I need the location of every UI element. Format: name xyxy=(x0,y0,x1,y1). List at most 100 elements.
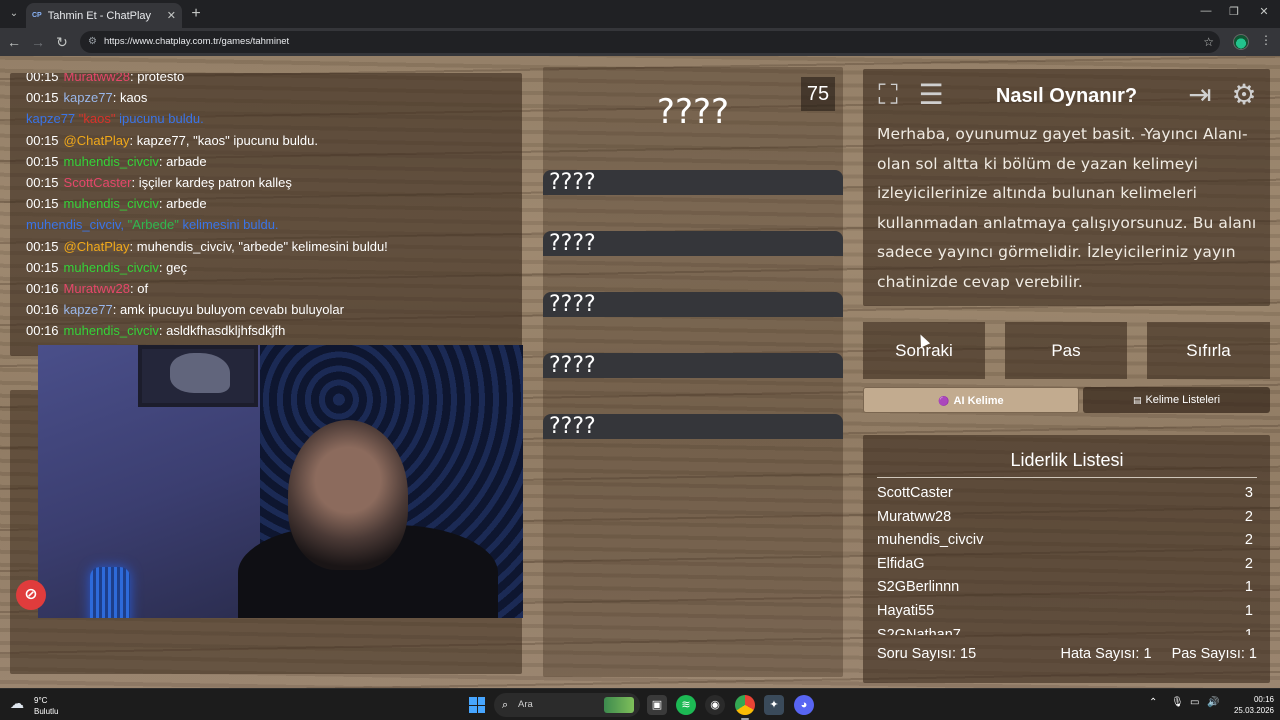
chat-message: 00:15 @ChatPlay: muhendis_civciv, "arbede… xyxy=(26,238,388,254)
volume-icon[interactable]: 🔊 xyxy=(1207,697,1219,708)
back-button[interactable]: ← xyxy=(4,32,24,52)
chat-message: 00:15 muhendis_civciv: geç xyxy=(26,259,188,275)
chat-timestamp: 00:15 xyxy=(26,73,59,84)
chat-username[interactable]: @ChatPlay xyxy=(64,239,130,254)
taboo-word: ???? xyxy=(543,292,843,317)
monitor-icon[interactable]: ▭ xyxy=(1190,697,1199,708)
leaderboard-name: ScottCaster xyxy=(877,485,953,501)
chat-username[interactable]: muhendis_civciv xyxy=(64,260,159,275)
chat-message: 00:15 @ChatPlay: kapze77, "kaos" ipucunu … xyxy=(26,132,318,148)
ai-word-button[interactable]: 🟣 AI Kelime xyxy=(863,387,1079,413)
chat-username[interactable]: kapze77 xyxy=(64,302,113,317)
chat-timestamp: 00:16 xyxy=(26,323,59,339)
new-tab-button[interactable]: + xyxy=(186,4,206,24)
obs-icon[interactable]: ◉ xyxy=(705,695,725,715)
chat-system-user: kapze77 xyxy=(26,111,76,127)
chat-text: işçiler kardeş patron kalleş xyxy=(138,174,292,190)
chat-message: 00:15 muhendis_civciv: arbade xyxy=(26,153,207,169)
bookmark-star-icon[interactable]: ☆ xyxy=(1203,31,1214,53)
chat-message: kapze77 "kaos" ipucunu buldu. xyxy=(26,108,520,129)
minimize-button[interactable]: — xyxy=(1196,5,1216,21)
discord-icon[interactable]: ◕ xyxy=(794,695,814,715)
spotify-icon[interactable]: ≋ xyxy=(676,695,696,715)
ai-word-label: AI Kelime xyxy=(953,395,1004,407)
browser-menu-icon[interactable]: ⋮ xyxy=(1260,33,1272,47)
leaderboard-score: 3 xyxy=(1244,485,1253,501)
leaderboard-list: ScottCaster 3 Muratww28 2 muhendis_civciv 2 El… xyxy=(877,482,1257,635)
app-icon[interactable]: ✦ xyxy=(764,695,784,715)
reload-button[interactable]: ↻ xyxy=(52,32,72,52)
browser-toolbar: ← → ↻ ⚙ https://www.chatplay.com.tr/game… xyxy=(0,28,1280,56)
chat-system-word: "kaos" xyxy=(78,111,116,127)
chrome-icon[interactable] xyxy=(735,695,755,720)
tab-search-button[interactable]: ⌄ xyxy=(4,4,24,24)
chat-message: 00:16 muhendis_civciv: asldkfhasdkljhfsdk… xyxy=(26,323,286,339)
leaderboard-name: muhendis_civciv xyxy=(877,532,984,549)
robot-icon: 🟣 xyxy=(938,396,950,406)
chat-message: 00:16 Muratww28: of xyxy=(26,280,149,296)
task-view-icon[interactable]: ▣ xyxy=(647,695,667,715)
chat-message: 00:15 Muratww28: protesto xyxy=(26,73,520,87)
leaderboard-name: Muratww28 xyxy=(877,508,952,525)
taboo-word: ???? xyxy=(543,353,843,378)
chat-username[interactable]: Muratww28 xyxy=(64,281,130,296)
chat-system-text: ipucunu buldu. xyxy=(119,111,204,127)
chat-text: geç xyxy=(166,259,188,275)
chat-message: muhendis_civciv, "Arbede" kelimesini bul… xyxy=(26,214,520,235)
chat-username[interactable]: muhendis_civciv xyxy=(64,154,159,169)
chat-username[interactable]: @ChatPlay xyxy=(64,133,130,148)
leaderboard-row: S2GNathan7 1 xyxy=(877,624,1257,635)
site-info-icon[interactable]: ⚙ xyxy=(88,31,97,53)
pass-count: Pas Sayısı: 1 xyxy=(1171,646,1257,662)
tray-chevron-icon[interactable]: ⌃ xyxy=(1149,697,1157,708)
main-word: ???? xyxy=(656,92,730,132)
start-button[interactable] xyxy=(469,697,485,713)
chat-username[interactable]: kapze77 xyxy=(64,90,113,105)
cloud-icon: ☁ xyxy=(10,695,24,711)
reset-button[interactable]: Sıfırla xyxy=(1147,322,1270,379)
taboo-word: ???? xyxy=(543,170,843,195)
leaderboard-row: S2GBerlinnn 1 xyxy=(877,576,1257,600)
next-button[interactable]: Sonraki xyxy=(863,322,985,379)
chat-username[interactable]: Muratww28 xyxy=(64,73,130,84)
gear-icon[interactable]: ⚙ xyxy=(1227,78,1261,112)
tab-close-icon[interactable]: ✕ xyxy=(167,9,176,22)
chat-timestamp: 00:15 xyxy=(26,259,59,275)
record-icon[interactable]: ⊘ xyxy=(16,580,46,610)
address-bar[interactable]: ⚙ https://www.chatplay.com.tr/games/tahm… xyxy=(80,31,1220,53)
window-close-button[interactable]: ✕ xyxy=(1254,5,1274,21)
webcam-person-head xyxy=(288,420,408,570)
chatplay-favicon-icon: CP xyxy=(32,12,42,19)
webcam-video xyxy=(38,345,523,618)
microphone-icon[interactable]: 🎙 xyxy=(1171,697,1184,708)
chat-timestamp: 00:15 xyxy=(26,90,59,106)
word-lists-button[interactable]: ▤ Kelime Listeleri xyxy=(1083,387,1270,413)
clock[interactable]: 00:16 25.03.2026 xyxy=(1224,694,1274,716)
chat-username[interactable]: muhendis_civciv xyxy=(64,323,159,338)
leaderboard-footer: Soru Sayısı: 15 Hata Sayısı: 1 Pas Sayıs… xyxy=(877,646,1257,662)
chat-message: 00:15 kapze77: kaos xyxy=(26,90,148,106)
tab-strip: ⌄ CP Tahmin Et - ChatPlay ✕ + — ❐ ✕ xyxy=(0,0,1280,28)
chat-message: 00:16 kapze77: amk ipucuyu buluyom cevabı… xyxy=(26,302,344,318)
exit-icon[interactable]: ⇥ xyxy=(1183,78,1217,112)
error-count: Hata Sayısı: 1 xyxy=(1060,646,1152,662)
url-text: https://www.chatplay.com.tr/games/tahmin… xyxy=(104,36,290,47)
forward-button[interactable]: → xyxy=(28,32,48,52)
search-highlight-icon xyxy=(604,697,634,713)
chat-text: of xyxy=(137,280,149,296)
chat-username[interactable]: ScottCaster xyxy=(64,175,132,190)
leaderboard-row: Hayati55 1 xyxy=(877,600,1257,624)
chat-username[interactable]: muhendis_civciv xyxy=(64,196,159,211)
chat-timestamp: 00:15 xyxy=(26,153,59,169)
chat-timestamp: 00:15 xyxy=(26,132,59,148)
taskbar-search[interactable]: ⌕ Ara xyxy=(494,693,640,717)
profile-avatar[interactable] xyxy=(1233,34,1249,50)
tab-title: Tahmin Et - ChatPlay xyxy=(47,9,152,22)
chat-text: arbede xyxy=(166,196,207,212)
chat-timestamp: 00:16 xyxy=(26,280,59,296)
leaderboard-row: Muratww28 2 xyxy=(877,506,1257,530)
chat-timestamp: 00:16 xyxy=(26,302,59,318)
pass-button[interactable]: Pas xyxy=(1005,322,1127,379)
browser-tab[interactable]: CP Tahmin Et - ChatPlay ✕ xyxy=(26,3,182,28)
restore-button[interactable]: ❐ xyxy=(1224,5,1244,21)
